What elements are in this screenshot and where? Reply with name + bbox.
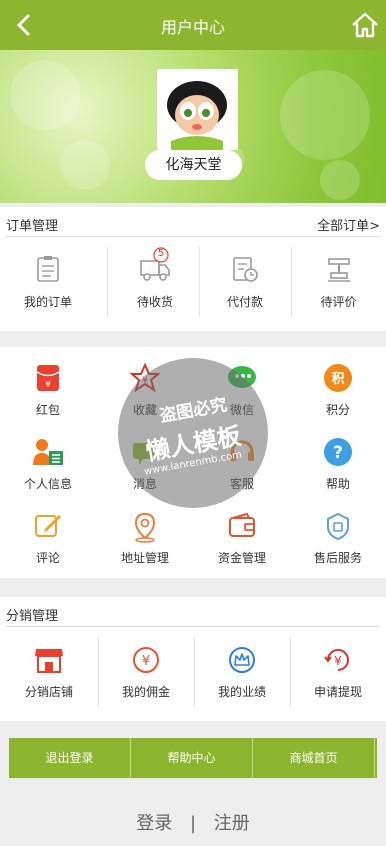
svg-text:?: ? [333, 443, 343, 463]
grid-item-address[interactable]: 地址管理 [96, 503, 194, 569]
grid-item-label: 评论 [35, 551, 60, 565]
distribution-item-shop[interactable]: 分销店铺 [0, 637, 98, 707]
distribution-item-label: 申请提现 [313, 685, 362, 699]
grid-item-help[interactable]: ? 帮助 [290, 429, 386, 495]
divider [6, 236, 380, 237]
distribution-item-commission[interactable]: ¥ 我的佣金 [98, 637, 194, 707]
location-pin-icon [134, 512, 156, 543]
orders-panel: 订单管理 全部订单> 我的订单 5 待收货 代付款 待评价 [0, 207, 386, 331]
order-item-label: 待收货 [136, 295, 173, 309]
comment-edit-icon [35, 515, 61, 537]
distribution-title: 分销管理 [6, 609, 59, 624]
profile-banner: 化海天堂 [0, 50, 386, 203]
distribution-header: 分销管理 [0, 597, 386, 627]
order-item-my-orders[interactable]: 我的订单 [0, 247, 96, 317]
distribution-item-withdraw[interactable]: ¥ 申请提现 [290, 637, 386, 707]
grid-item-label: 资金管理 [217, 551, 266, 565]
orders-title: 订单管理 [6, 219, 59, 234]
distribution-panel: 分销管理 分销店铺 ¥ 我的佣金 我的业绩 ¥ 申请提现 [0, 597, 386, 721]
help-icon: ? [324, 438, 352, 466]
order-item-label: 我的订单 [23, 295, 72, 309]
invoice-clock-icon [233, 257, 258, 282]
page-title: 用户中心 [160, 18, 225, 37]
grid-item-label: 地址管理 [120, 551, 169, 565]
badge-count: 5 [157, 248, 165, 259]
distribution-item-performance[interactable]: 我的业绩 [194, 637, 290, 707]
grid-item-after-sales[interactable]: 售后服务 [290, 503, 386, 569]
svg-text:¥: ¥ [142, 654, 150, 669]
avatar[interactable] [157, 69, 238, 150]
divider [374, 738, 375, 778]
svg-text:¥: ¥ [45, 380, 51, 390]
order-item-pending-receipt[interactable]: 5 待收货 [107, 247, 203, 317]
svg-text:¥: ¥ [334, 654, 342, 668]
clipboard-icon [37, 256, 59, 282]
wallet-icon [229, 512, 255, 537]
orders-header: 订单管理 全部订单> [0, 207, 386, 237]
cartoon-avatar-icon [167, 81, 227, 150]
grid-item-label: 帮助 [325, 477, 350, 491]
grid-item-funds[interactable]: 资金管理 [194, 503, 290, 569]
crown-circle-icon [229, 647, 255, 673]
top-bar: 用户中心 [0, 0, 386, 50]
yen-circle-icon: ¥ [133, 647, 159, 673]
review-stamp-icon [327, 258, 350, 282]
login-link[interactable]: 登录 [136, 809, 172, 835]
svg-text:积: 积 [331, 371, 344, 387]
register-link[interactable]: 注册 [214, 809, 250, 835]
auth-links: 登录 | 注册 [0, 809, 386, 835]
personal-info-icon [33, 439, 63, 465]
grid-item-red-envelope[interactable]: ¥ 红包 [0, 355, 96, 421]
logout-button[interactable]: 退出登录 [9, 738, 130, 778]
distribution-item-label: 我的业绩 [217, 685, 266, 699]
points-icon: 积 [324, 364, 352, 392]
grid-item-label: 积分 [325, 403, 350, 417]
all-orders-link[interactable]: 全部订单> [317, 215, 380, 234]
order-item-label: 待评价 [320, 295, 357, 309]
order-item-payment[interactable]: 代付款 [199, 247, 291, 317]
grid-item-personal-info[interactable]: 个人信息 [0, 429, 96, 495]
grid-item-label: 红包 [35, 403, 60, 417]
bottom-button-bar: 退出登录 帮助中心 商城首页 [9, 738, 377, 778]
grid-item-comments[interactable]: 评论 [0, 503, 96, 569]
auth-divider: | [189, 813, 197, 834]
shop-icon [35, 649, 63, 673]
after-sales-shield-icon [327, 512, 349, 541]
distribution-item-label: 我的佣金 [121, 685, 170, 699]
grid-item-points[interactable]: 积 积分 [290, 355, 386, 421]
red-envelope-icon: ¥ [36, 365, 60, 391]
order-item-label: 代付款 [226, 295, 263, 309]
withdraw-yen-icon: ¥ [324, 649, 349, 671]
order-item-pending-review[interactable]: 待评价 [291, 247, 386, 317]
divider [6, 626, 380, 627]
help-center-button[interactable]: 帮助中心 [131, 738, 252, 778]
distribution-item-label: 分销店铺 [24, 685, 73, 699]
grid-item-label: 售后服务 [313, 551, 362, 565]
mall-home-button[interactable]: 商城首页 [253, 738, 374, 778]
watermark: 盗图必究 懒人模板 www.lanrenmb.com [118, 358, 268, 508]
home-icon[interactable] [350, 10, 380, 40]
username-pill[interactable]: 化海天堂 [145, 150, 242, 180]
grid-item-label: 个人信息 [23, 477, 72, 491]
